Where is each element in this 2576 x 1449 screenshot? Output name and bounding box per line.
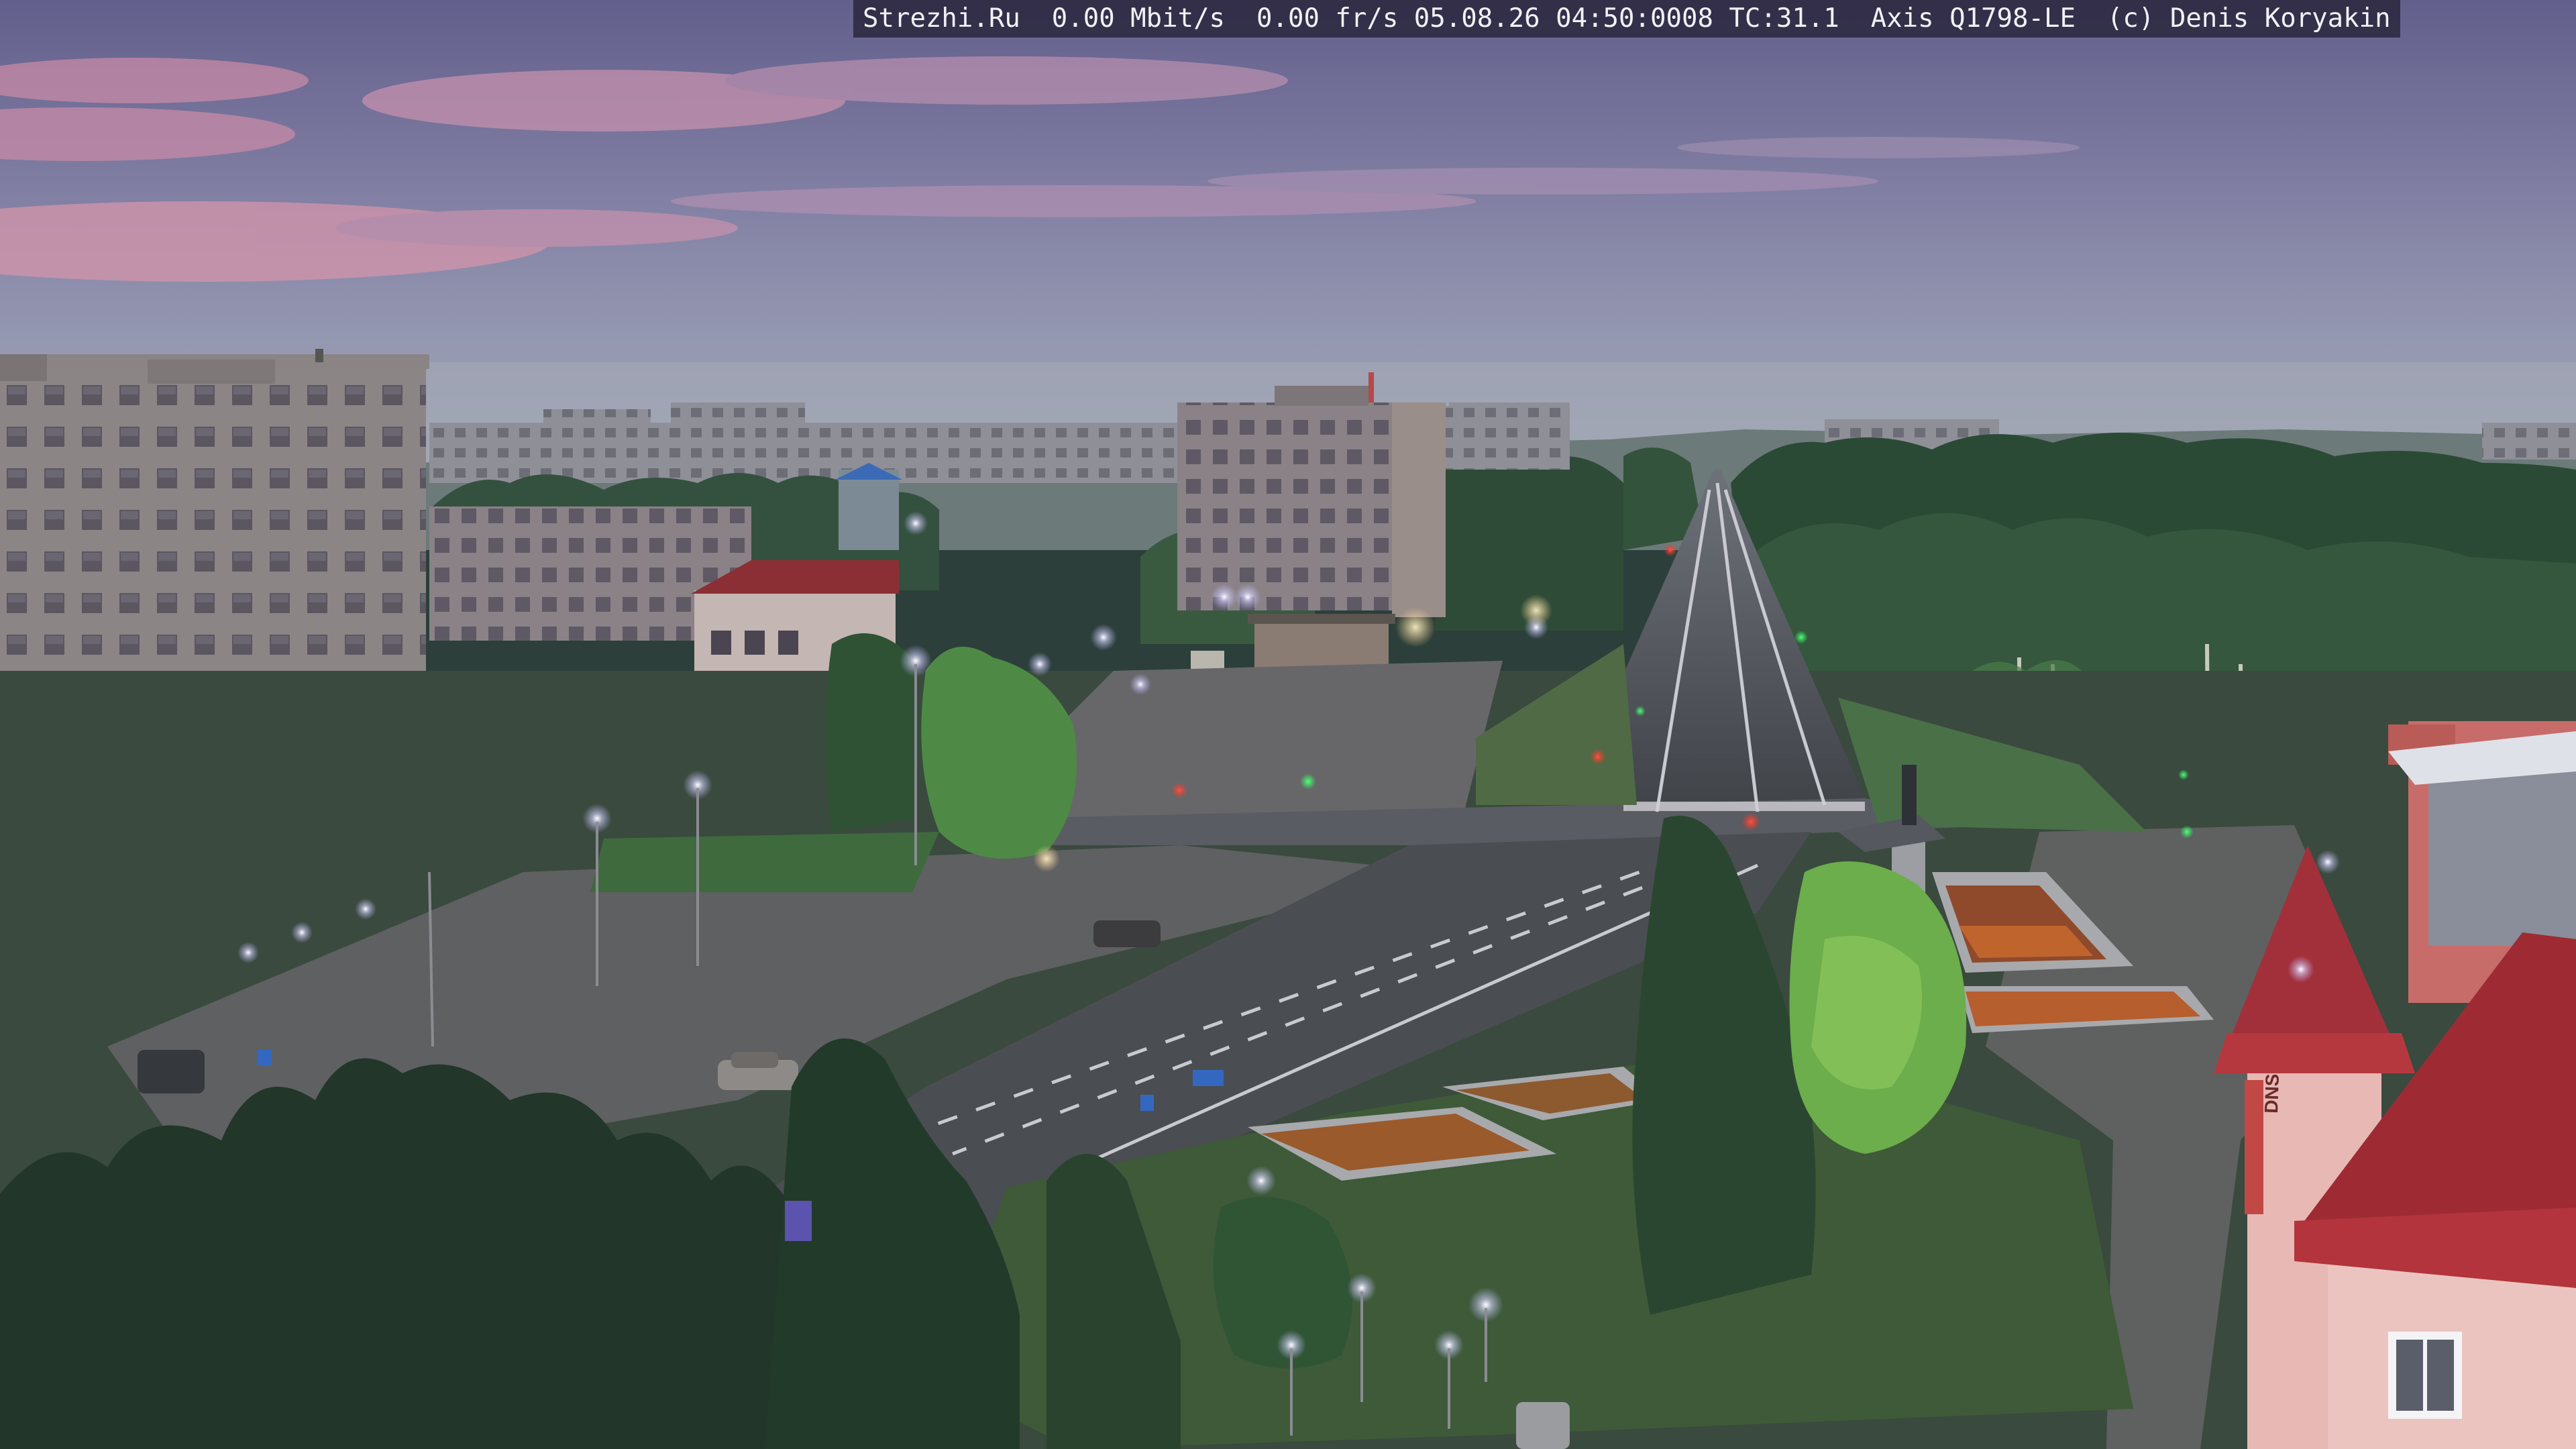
left-lawn [590, 832, 939, 892]
dns-sign: DNS [2261, 1073, 2283, 1114]
plaza [1033, 661, 1503, 818]
webcam-scene: kari kari [0, 0, 2576, 1449]
crosswalk [1623, 802, 1865, 811]
camera-overlay-text: Strezhi.Ru 0.00 Mbit/s 0.00 fr/s 05.08.2… [853, 0, 2400, 38]
